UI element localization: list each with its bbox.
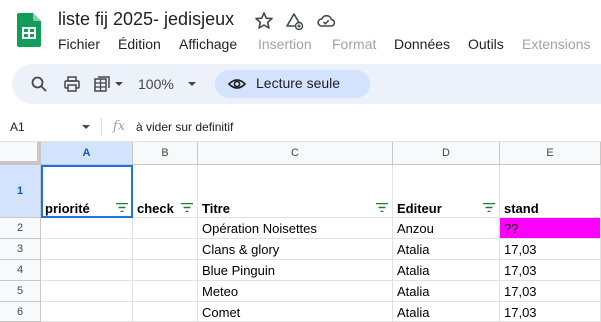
readonly-chip[interactable]: Lecture seule [215, 70, 370, 98]
column-header-c[interactable]: C [198, 142, 393, 165]
column-header-b[interactable]: B [133, 142, 198, 165]
cell-b2[interactable] [133, 218, 198, 239]
title-bar: liste fij 2025- jedisjeux Fichier Éditio… [0, 0, 601, 64]
row-header-1[interactable]: 1 [0, 165, 41, 218]
cloud-saved-icon[interactable] [316, 11, 336, 31]
cell-c4[interactable]: Blue Pinguin [198, 260, 393, 281]
active-cell-outline [41, 165, 133, 218]
cell-e3[interactable]: 17,03 [500, 239, 601, 260]
cell-b4[interactable] [133, 260, 198, 281]
menu-insertion[interactable]: Insertion [258, 36, 312, 52]
cell-b6[interactable] [133, 302, 198, 322]
zoom-dropdown-icon[interactable] [187, 75, 197, 93]
header-cell-stand[interactable]: stand [500, 165, 601, 218]
row-header-5[interactable]: 5 [0, 281, 41, 302]
cell-e5[interactable]: 17,03 [500, 281, 601, 302]
cell-d6[interactable]: Atalia [393, 302, 500, 322]
sheets-logo-icon[interactable] [17, 13, 41, 47]
format-dropdown-icon[interactable] [114, 75, 124, 93]
cell-a3[interactable] [41, 239, 133, 260]
cell-c2[interactable]: Opération Noisettes [198, 218, 393, 239]
filter-icon[interactable] [483, 203, 495, 212]
row-header-2[interactable]: 2 [0, 218, 41, 239]
name-box-dropdown-icon[interactable] [82, 123, 90, 131]
cell-a4[interactable] [41, 260, 133, 281]
move-to-folder-icon[interactable] [284, 11, 304, 31]
cell-d2[interactable]: Anzou [393, 218, 500, 239]
filter-icon[interactable] [181, 203, 193, 212]
header-cell-titre[interactable]: Titre [198, 165, 393, 218]
cell-a6[interactable] [41, 302, 133, 322]
zoom-level[interactable]: 100% [138, 76, 174, 92]
print-icon[interactable] [63, 75, 81, 93]
filter-icon[interactable] [376, 203, 388, 212]
header-label: Titre [202, 201, 230, 216]
formula-input[interactable]: à vider sur definitif [136, 120, 233, 134]
menu-affichage[interactable]: Affichage [179, 36, 237, 52]
cell-a2[interactable] [41, 218, 133, 239]
readonly-label: Lecture seule [256, 75, 341, 91]
cell-b3[interactable] [133, 239, 198, 260]
menu-donnees[interactable]: Données [394, 36, 450, 52]
column-header-a[interactable]: A [41, 142, 133, 165]
eye-icon [228, 79, 246, 89]
select-all-corner[interactable] [0, 142, 41, 165]
star-icon[interactable] [254, 11, 274, 31]
header-label: check [137, 201, 174, 216]
row-header-4[interactable]: 4 [0, 260, 41, 281]
header-label: stand [504, 201, 539, 216]
menu-extensions[interactable]: Extensions [522, 36, 590, 52]
formula-separator [101, 118, 102, 136]
document-title[interactable]: liste fij 2025- jedisjeux [58, 9, 234, 30]
row-header-6[interactable]: 6 [0, 302, 41, 322]
cell-d4[interactable]: Atalia [393, 260, 500, 281]
search-icon[interactable] [30, 75, 48, 93]
cell-b5[interactable] [133, 281, 198, 302]
row-header-3[interactable]: 3 [0, 239, 41, 260]
column-header-e[interactable]: E [500, 142, 601, 165]
cell-e2[interactable]: ?? [500, 218, 601, 239]
name-box[interactable]: A1 [10, 120, 25, 134]
cell-d5[interactable]: Atalia [393, 281, 500, 302]
header-cell-editeur[interactable]: Editeur [393, 165, 500, 218]
menu-fichier[interactable]: Fichier [58, 36, 100, 52]
menu-format[interactable]: Format [332, 36, 376, 52]
toolbar: 100% Lecture seule [12, 64, 601, 104]
fx-icon: fx [113, 119, 126, 134]
cell-c3[interactable]: Clans & glory [198, 239, 393, 260]
format-icon[interactable] [93, 75, 111, 93]
header-cell-check[interactable]: check [133, 165, 198, 218]
column-header-d[interactable]: D [393, 142, 500, 165]
cell-c6[interactable]: Comet [198, 302, 393, 322]
menu-edition[interactable]: Édition [118, 36, 161, 52]
formula-bar: A1 fx à vider sur definitif [0, 112, 601, 142]
cell-a5[interactable] [41, 281, 133, 302]
cell-c5[interactable]: Meteo [198, 281, 393, 302]
cell-e4[interactable]: 17,03 [500, 260, 601, 281]
header-label: Editeur [397, 201, 442, 216]
cell-d3[interactable]: Atalia [393, 239, 500, 260]
cell-e6[interactable]: 17,03 [500, 302, 601, 322]
menu-outils[interactable]: Outils [468, 36, 504, 52]
spreadsheet-grid: A B C D E 1 2 3 4 5 6 priorité check Tit… [0, 142, 601, 322]
